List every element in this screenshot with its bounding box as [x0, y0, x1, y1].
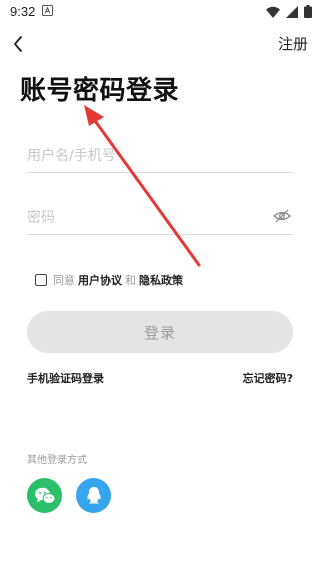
- agreement-checkbox[interactable]: [35, 274, 47, 286]
- agreement-prefix: 同意: [53, 274, 75, 287]
- signal-icon: [286, 5, 298, 18]
- sms-login-link[interactable]: 手机验证码登录: [27, 370, 104, 386]
- other-login-label: 其他登录方式: [27, 455, 87, 466]
- top-bar: 注册: [0, 28, 320, 60]
- status-time: 9:32: [10, 4, 36, 19]
- user-agreement-link[interactable]: 用户协议: [78, 272, 122, 288]
- agreement-row: 同意 用户协议 和 隐私政策: [35, 271, 186, 289]
- agreement-and: 和: [125, 274, 136, 287]
- forgot-password-link[interactable]: 忘记密码?: [243, 370, 293, 386]
- username-field[interactable]: 用户名/手机号: [27, 136, 293, 173]
- wechat-login-button[interactable]: [27, 478, 62, 513]
- eye-off-icon[interactable]: [273, 208, 291, 224]
- wifi-icon: [266, 6, 280, 18]
- password-field[interactable]: 密码: [27, 198, 293, 235]
- battery-icon: [304, 5, 312, 18]
- password-placeholder: 密码: [27, 210, 55, 226]
- qq-icon: [86, 486, 101, 503]
- privacy-policy-link[interactable]: 隐私政策: [139, 272, 183, 288]
- login-button[interactable]: 登录: [27, 311, 293, 353]
- page-title: 账号密码登录: [20, 76, 180, 106]
- font-a-icon: [42, 5, 53, 16]
- status-icons: [266, 5, 312, 18]
- qq-login-button[interactable]: [76, 478, 111, 513]
- wechat-icon: [34, 487, 55, 504]
- username-placeholder: 用户名/手机号: [27, 148, 116, 164]
- chevron-left-icon[interactable]: [6, 30, 34, 58]
- status-bar: 9:32: [0, 0, 320, 24]
- register-button[interactable]: 注册: [278, 33, 308, 54]
